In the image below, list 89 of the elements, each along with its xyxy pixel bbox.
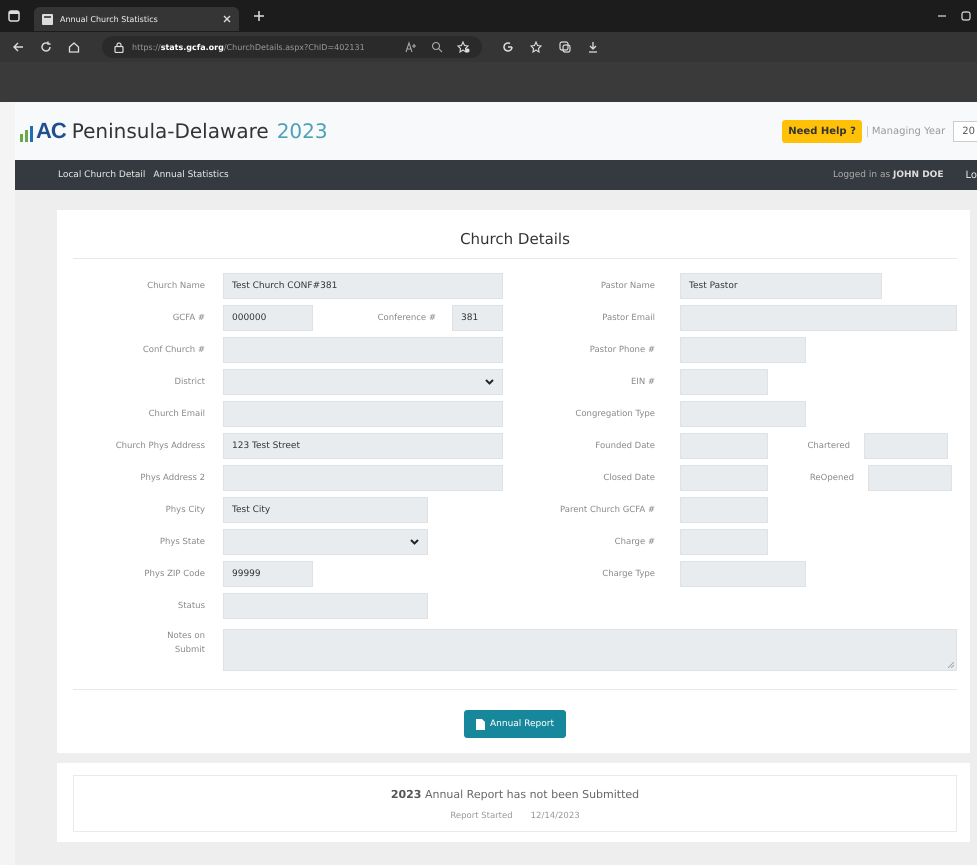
- new-tab-icon[interactable]: [253, 10, 265, 22]
- started-label: Report Started: [450, 811, 513, 821]
- close-icon[interactable]: [223, 15, 231, 23]
- field-label: Congregation Type: [574, 409, 655, 419]
- field-label: Chartered: [806, 441, 851, 451]
- field-label: Phys City: [164, 505, 205, 515]
- input-field[interactable]: [680, 337, 806, 363]
- field-label: Notes on Submit: [166, 630, 205, 658]
- field-label: Phys State: [158, 537, 205, 547]
- input-field[interactable]: [223, 465, 503, 491]
- chevron-down-icon: [410, 539, 419, 545]
- input-field[interactable]: [680, 401, 806, 427]
- input-field[interactable]: [864, 433, 948, 459]
- field-label: Pastor Phone #: [588, 345, 655, 355]
- field-label: Church Phys Address: [114, 441, 205, 451]
- help-button[interactable]: Need Help ?: [782, 120, 862, 142]
- zoom-icon[interactable]: [431, 41, 443, 53]
- resize-grip-icon[interactable]: [948, 662, 954, 668]
- field-label: Conference #: [376, 313, 437, 323]
- refresh-icon[interactable]: [502, 41, 514, 53]
- field-label: Closed Date: [602, 473, 655, 483]
- input-field[interactable]: [223, 401, 503, 427]
- input-field[interactable]: 000000: [223, 305, 313, 331]
- browser-tab[interactable]: Annual Church Statistics: [34, 7, 239, 31]
- field-label: Founded Date: [594, 441, 655, 451]
- field-label: Charge #: [614, 537, 655, 547]
- status-message: 2023 Annual Report has not been Submitted: [390, 788, 640, 801]
- section-title: Church Details: [73, 230, 957, 259]
- input-field[interactable]: [680, 305, 957, 331]
- favorite-add-icon[interactable]: [457, 41, 470, 53]
- reload-icon[interactable]: [40, 41, 52, 53]
- field-label: Phys Address 2: [139, 473, 205, 483]
- chevron-down-icon: [485, 379, 494, 385]
- input-field[interactable]: [223, 593, 428, 619]
- bar-chart-icon: [20, 124, 34, 142]
- back-icon[interactable]: [12, 41, 24, 53]
- field-label: ReOpened: [808, 473, 855, 483]
- home-icon[interactable]: [68, 41, 80, 53]
- field-label: Church Email: [148, 409, 205, 419]
- input-field[interactable]: Test Pastor: [680, 273, 882, 299]
- field-label: Parent Church GCFA #: [559, 505, 655, 515]
- download-icon[interactable]: [587, 41, 599, 53]
- input-field[interactable]: Test Church CONF#381: [223, 273, 503, 299]
- nav-link[interactable]: Local Church Detail: [58, 170, 146, 180]
- dropdown[interactable]: [223, 529, 428, 555]
- dropdown[interactable]: [223, 369, 503, 395]
- notes-textarea[interactable]: [223, 629, 957, 671]
- input-field[interactable]: Test City: [223, 497, 428, 523]
- input-field[interactable]: [680, 529, 768, 555]
- input-field[interactable]: [680, 561, 806, 587]
- input-field[interactable]: 123 Test Street: [223, 433, 503, 459]
- field-label: EIN #: [630, 377, 655, 387]
- field-label: GCFA #: [172, 313, 205, 323]
- site-year: 2023: [276, 120, 328, 142]
- input-field[interactable]: [868, 465, 952, 491]
- input-field[interactable]: [223, 337, 503, 363]
- address-bar[interactable]: https://stats.gcfa.org/ChurchDetails.aspx?ChID=402131: [102, 36, 482, 58]
- read-aloud-icon[interactable]: [405, 41, 417, 53]
- nav-link[interactable]: Lo: [965, 170, 977, 180]
- field-label: Status: [176, 601, 205, 611]
- favorites-icon[interactable]: [530, 41, 543, 53]
- nav-link[interactable]: Annual Statistics: [153, 170, 229, 180]
- field-label: District: [173, 377, 205, 387]
- field-label: Pastor Name: [600, 281, 655, 291]
- input-field[interactable]: [680, 369, 768, 395]
- site-name: Peninsula-Delaware: [72, 120, 269, 142]
- managing-year-label: Managing Year: [866, 126, 946, 136]
- input-field[interactable]: 99999: [223, 561, 313, 587]
- page-icon: [42, 14, 53, 24]
- login-status: Logged in as JOHN DOE: [832, 170, 944, 180]
- maximize-icon[interactable]: [961, 11, 971, 21]
- logo-text: AC: [36, 120, 66, 142]
- field-label: Pastor Email: [601, 313, 655, 323]
- input-field[interactable]: [680, 465, 768, 491]
- collections-icon[interactable]: [559, 41, 571, 53]
- started-date: 12/14/2023: [530, 811, 580, 821]
- input-field[interactable]: 381: [452, 305, 503, 331]
- input-field[interactable]: [680, 433, 768, 459]
- lock-icon: [114, 42, 124, 52]
- annual-report-button[interactable]: Annual Report: [464, 710, 566, 738]
- input-field[interactable]: [680, 497, 768, 523]
- field-label: Charge Type: [601, 569, 655, 579]
- field-label: Phys ZIP Code: [143, 569, 205, 579]
- year-select[interactable]: 20: [953, 120, 977, 142]
- file-icon: [476, 718, 485, 730]
- field-label: Conf Church #: [142, 345, 205, 355]
- tab-actions-icon[interactable]: [8, 10, 20, 22]
- url-text: https://stats.gcfa.org/ChurchDetails.aspx?ChID=402131: [132, 42, 365, 52]
- field-label: Church Name: [146, 281, 205, 291]
